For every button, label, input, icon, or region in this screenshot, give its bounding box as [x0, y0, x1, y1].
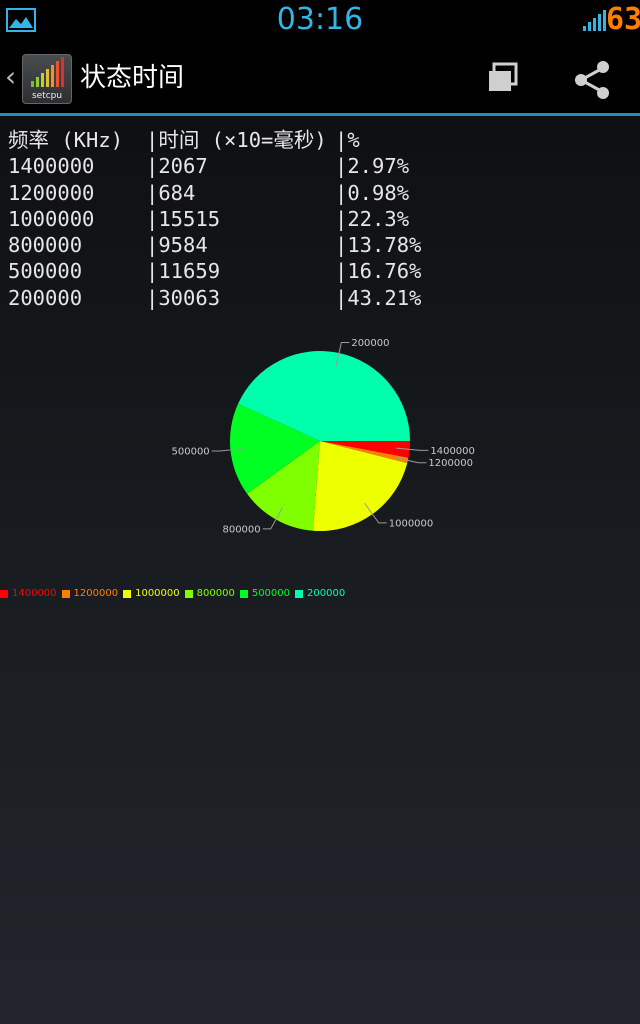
legend-swatch: [295, 589, 304, 598]
cell-percent: |0.98%: [335, 180, 410, 205]
table-row: 200000 |30063 |43.21%: [8, 285, 638, 311]
legend-label: 500000: [251, 588, 291, 599]
legend-swatch: [61, 589, 70, 598]
action-bar-divider: [0, 113, 640, 116]
overlapping-windows-icon[interactable]: [478, 56, 532, 104]
legend-item: 1000000: [123, 588, 180, 600]
cell-time: |9584: [146, 233, 208, 258]
clock: 03:16: [276, 2, 364, 37]
pie-slice-label: 200000: [351, 338, 389, 349]
cell-frequency: 800000: [8, 233, 83, 258]
legend-swatch: [184, 589, 193, 598]
table-row: 1400000 |2067 |2.97%: [8, 153, 638, 179]
cell-time: |15515: [146, 206, 221, 231]
legend-item: 800000: [184, 588, 235, 600]
pie-slice-label: 1200000: [428, 458, 473, 469]
page-title: 状态时间: [80, 63, 185, 93]
app-icon-label: setcpu: [31, 91, 63, 101]
legend-label: 1000000: [135, 588, 180, 599]
cell-percent: |22.3%: [335, 206, 410, 231]
legend-label: 1400000: [12, 588, 57, 599]
legend-item: 1200000: [61, 588, 119, 600]
status-bar: 03:16 63: [0, 0, 640, 40]
table-row: 500000 |11659 |16.76%: [8, 258, 638, 284]
cell-percent: |43.21%: [335, 285, 422, 310]
cell-time: |684: [146, 180, 196, 205]
legend-swatch: [0, 589, 8, 598]
battery-level: 63: [606, 2, 640, 37]
cell-percent: |13.78%: [335, 233, 422, 258]
table-row: 1000000 |15515 |22.3%: [8, 206, 638, 232]
legend-swatch: [123, 589, 132, 598]
legend-item: 500000: [239, 588, 291, 600]
header-percent: |%: [335, 128, 360, 152]
legend-item: 1400000: [0, 588, 57, 600]
action-bar: ‹ setcpu 状态时间: [0, 40, 640, 114]
legend-label: 800000: [196, 588, 235, 599]
legend-label: 200000: [307, 588, 346, 599]
pie-slice-label: 800000: [222, 524, 260, 535]
pie-slice-label: 1000000: [389, 518, 434, 529]
bar-graph-icon: [31, 57, 64, 87]
share-icon[interactable]: [566, 56, 620, 104]
chevron-left-icon[interactable]: ‹: [5, 59, 19, 95]
header-frequency: 频率 (KHz): [8, 128, 124, 152]
pie-slice-label: 500000: [172, 447, 210, 458]
cell-frequency: 1000000: [8, 206, 95, 231]
table-row: 1200000 |684 |0.98%: [8, 180, 638, 206]
table-header: 频率 (KHz) |时间 (×10=毫秒) |%: [8, 127, 638, 153]
cell-frequency: 1200000: [8, 180, 95, 205]
cell-percent: |2.97%: [335, 154, 410, 179]
chart-legend: 1400000 1200000 1000000 800000 500000 200000: [0, 588, 640, 602]
cell-time: |30063: [146, 285, 221, 310]
header-time: |时间 (×10=毫秒): [146, 128, 327, 152]
cell-percent: |16.76%: [335, 259, 422, 284]
cell-time: |2067: [146, 154, 208, 179]
cell-time: |11659: [146, 259, 221, 284]
signal-icon: [583, 10, 606, 31]
legend-swatch: [239, 589, 248, 598]
setcpu-app-icon[interactable]: setcpu: [22, 54, 72, 104]
legend-item: 200000: [295, 588, 345, 600]
legend-label: 1200000: [73, 588, 119, 599]
cell-frequency: 500000: [8, 259, 83, 284]
state-time-table: 频率 (KHz) |时间 (×10=毫秒) |% 1400000 |2067 |2.97…: [8, 127, 638, 311]
pie-chart: 14000001200000 1000000 800000 500000 200000: [172, 338, 475, 535]
table-row: 800000 |9584 |13.78%: [8, 232, 638, 258]
pie-slice-label: 1400000: [430, 446, 475, 457]
cell-frequency: 1400000: [8, 154, 95, 179]
cell-frequency: 200000: [8, 285, 83, 310]
